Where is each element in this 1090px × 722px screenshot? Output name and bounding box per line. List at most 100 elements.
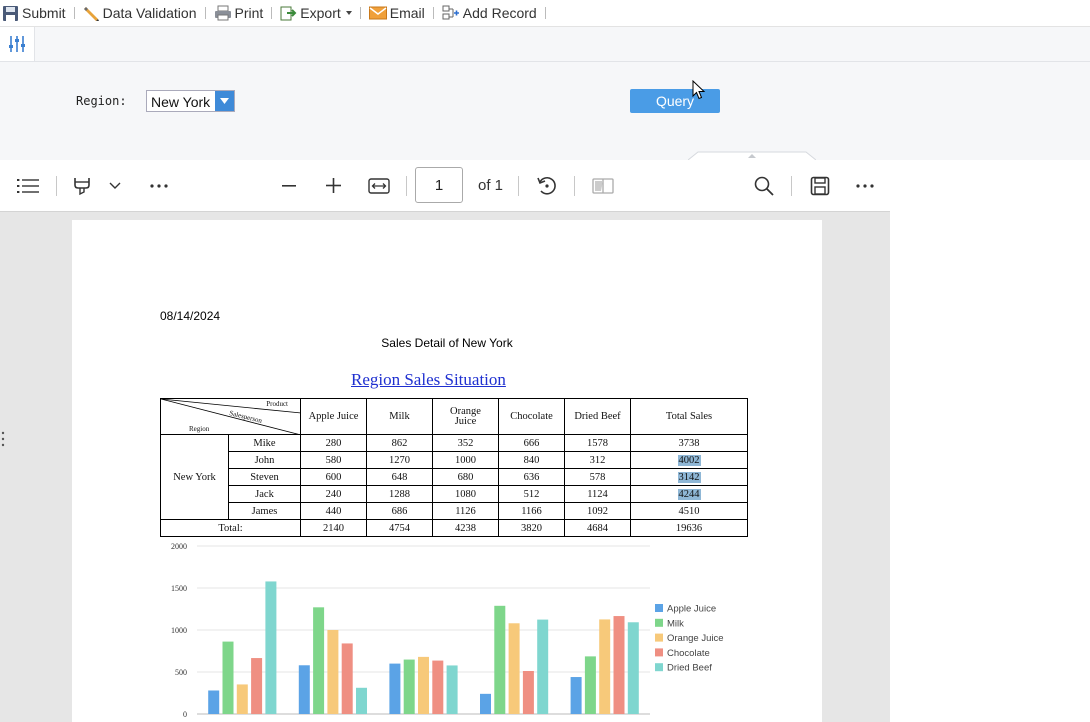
legend-label: Chocolate <box>667 648 710 659</box>
table-cell: 578 <box>564 468 631 486</box>
report-subtitle: Sales Detail of New York <box>72 336 822 350</box>
table-row: James 440 686 1126 1166 1092 4510 <box>161 502 748 520</box>
outline-list-icon[interactable] <box>14 160 42 211</box>
total-cell: 4510 <box>630 502 748 520</box>
grand-total-cell: 19636 <box>630 519 748 537</box>
collapse-handle-icon[interactable] <box>688 151 816 160</box>
zoom-out-icon[interactable] <box>278 160 300 211</box>
sales-table: Product Salesperson Region Apple Juice M… <box>160 398 748 537</box>
highlight-icon[interactable] <box>70 160 94 211</box>
column-header: Dried Beef <box>564 398 631 435</box>
region-cell: New York <box>160 434 229 520</box>
table-cell: 686 <box>366 502 433 520</box>
corner-region-label: Region <box>189 425 210 433</box>
table-cell: 1080 <box>432 485 499 503</box>
salesperson-cell: James <box>228 502 301 520</box>
submit-button[interactable]: Submit <box>0 2 68 24</box>
bar <box>222 641 234 714</box>
data-validation-label: Data Validation <box>102 5 197 21</box>
legend-label: Milk <box>667 618 684 629</box>
highlighted-total: 3142 <box>677 471 701 483</box>
add-record-button[interactable]: Add Record <box>440 2 539 24</box>
drag-handle-icon[interactable] <box>1 431 5 447</box>
legend-label: Orange Juice <box>667 633 724 644</box>
page-view-icon[interactable] <box>590 160 616 211</box>
bar <box>627 622 639 714</box>
y-tick-label: 1000 <box>171 626 187 635</box>
column-header: Milk <box>366 398 433 435</box>
parameter-panel-toggle[interactable] <box>0 27 35 61</box>
toolbar-divider <box>359 7 361 19</box>
region-label: Region: <box>76 94 127 108</box>
page-number-input[interactable]: 1 <box>415 167 463 203</box>
legend-swatch <box>655 604 663 612</box>
table-cell: 648 <box>366 468 433 486</box>
bar <box>432 660 444 714</box>
salesperson-cell: Steven <box>228 468 301 486</box>
toolbar-divider <box>432 7 434 19</box>
bar <box>236 684 248 714</box>
toolbar-divider <box>791 176 792 196</box>
more-options-icon[interactable] <box>852 160 878 211</box>
export-button[interactable]: Export <box>278 2 353 24</box>
y-tick-label: 0 <box>183 710 187 719</box>
table-cell: 600 <box>300 468 367 486</box>
chevron-down-icon[interactable] <box>106 160 124 211</box>
bar <box>522 670 534 714</box>
more-tools-icon[interactable] <box>146 160 172 211</box>
email-button[interactable]: Email <box>367 2 427 24</box>
toolbar-divider <box>73 7 75 19</box>
bar <box>599 619 611 714</box>
bar <box>265 581 277 714</box>
print-label: Print <box>234 5 264 21</box>
printer-icon <box>214 5 231 21</box>
table-cell: 1126 <box>432 502 499 520</box>
rotate-icon[interactable] <box>534 160 560 211</box>
export-label: Export <box>300 5 341 21</box>
y-tick-label: 500 <box>175 668 187 677</box>
bar <box>356 687 367 714</box>
column-total-cell: 2140 <box>300 519 367 537</box>
salesperson-cell: John <box>228 451 301 469</box>
bar <box>298 665 310 714</box>
bar <box>537 619 549 714</box>
bar <box>446 665 458 714</box>
bar <box>341 643 353 714</box>
table-cell: 680 <box>432 468 499 486</box>
sliders-icon <box>9 36 25 52</box>
table-cell: 1000 <box>432 451 499 469</box>
table-cell: 1166 <box>498 502 565 520</box>
region-select[interactable]: New York <box>146 90 235 112</box>
bar <box>389 663 401 714</box>
table-cell: 666 <box>498 434 565 452</box>
sales-bar-chart: 0 500 1000 1500 2000 Apple Juice Milk Orange Ju… <box>171 542 724 719</box>
table-cell: 440 <box>300 502 367 520</box>
bar <box>208 690 220 714</box>
pdf-viewer-toolbar: 1 of 1 <box>0 160 890 212</box>
bar <box>480 693 491 714</box>
add-record-label: Add Record <box>462 5 537 21</box>
table-cell: 862 <box>366 434 433 452</box>
bar <box>584 656 596 714</box>
zoom-in-icon[interactable] <box>322 160 344 211</box>
dropdown-arrow-icon[interactable] <box>215 91 234 111</box>
pencil-icon <box>83 6 99 21</box>
data-validation-button[interactable]: Data Validation <box>81 2 199 24</box>
table-cell: 840 <box>498 451 565 469</box>
fit-width-icon[interactable] <box>366 160 392 211</box>
y-tick-label: 2000 <box>171 542 187 551</box>
save-icon[interactable] <box>807 160 833 211</box>
report-date: 08/14/2024 <box>160 309 221 323</box>
table-cell: 1124 <box>564 485 631 503</box>
table-row: New York Mike 280 862 352 666 1578 3738 <box>160 434 748 520</box>
salesperson-cell: Jack <box>228 485 301 503</box>
query-button[interactable]: Query <box>630 89 720 113</box>
report-title-link[interactable]: Region Sales Situation <box>351 370 506 390</box>
toolbar-divider <box>271 7 273 19</box>
table-cell: 352 <box>432 434 499 452</box>
table-row: Jack 240 1288 1080 512 1124 4244 <box>161 485 748 503</box>
table-cell: 1270 <box>366 451 433 469</box>
bar <box>613 616 625 714</box>
print-button[interactable]: Print <box>212 2 266 24</box>
search-icon[interactable] <box>751 160 777 211</box>
